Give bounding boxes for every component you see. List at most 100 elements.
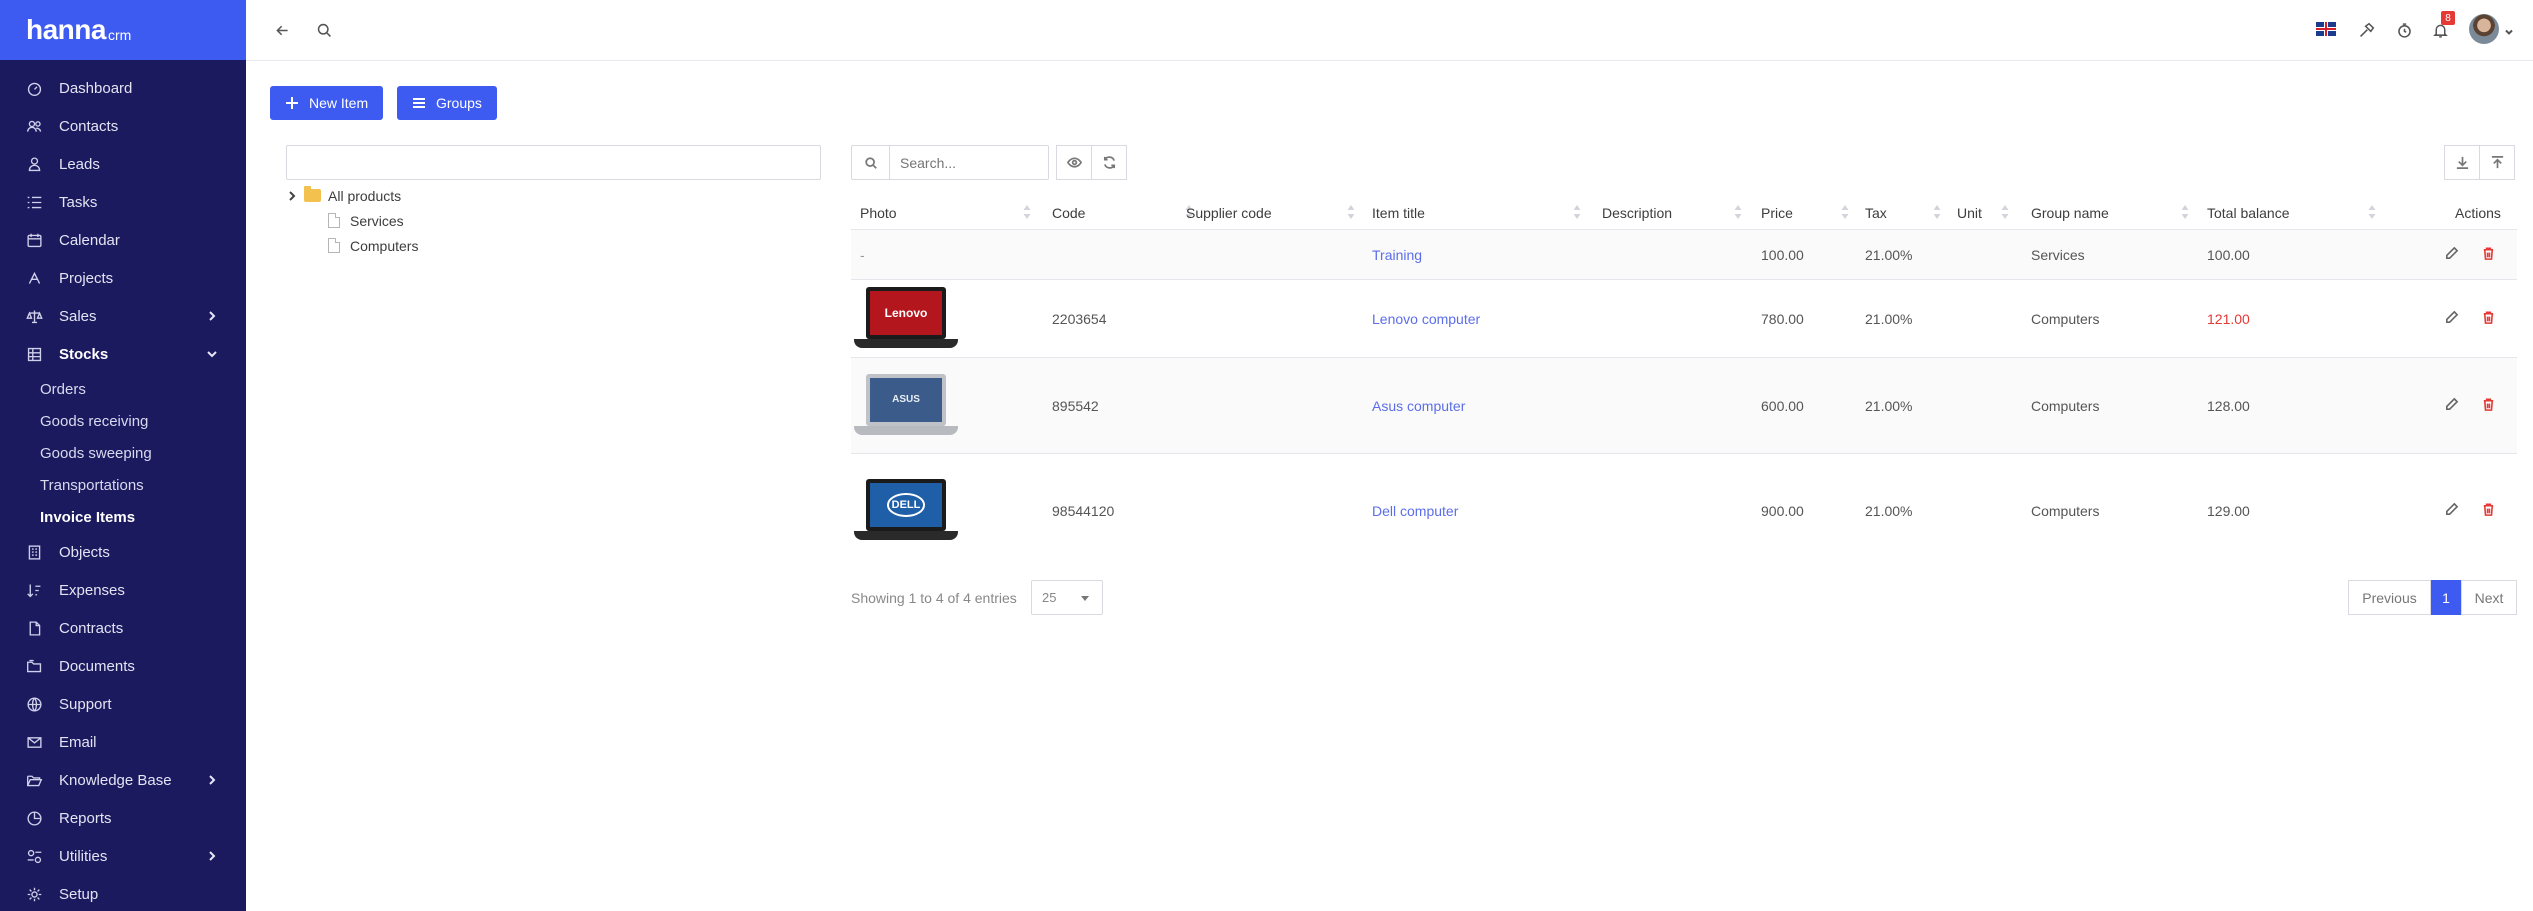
sidebar-item-stocks[interactable]: Stocks xyxy=(0,335,246,373)
column-visibility-button[interactable] xyxy=(1056,145,1092,180)
upload-button[interactable] xyxy=(2479,145,2515,180)
tree-search-input[interactable] xyxy=(286,145,821,180)
sort-icon[interactable] xyxy=(1023,205,1031,219)
refresh-button[interactable] xyxy=(1091,145,1127,180)
invoice-items-table: Photo Code Supplier code Item title Desc… xyxy=(851,195,2517,568)
chevron-down-icon[interactable] xyxy=(2504,24,2514,35)
table-row: - Training 100.00 21.00% Services 100.00 xyxy=(851,230,2517,280)
column-header-supplier-code[interactable]: Supplier code xyxy=(1186,195,1272,230)
table-row: DELL 98544120 Dell computer 900.00 21.00… xyxy=(851,454,2517,568)
tree-node-label: Services xyxy=(350,212,404,229)
sidebar-item-support[interactable]: Support xyxy=(0,685,246,723)
page-1-button[interactable]: 1 xyxy=(2431,580,2461,615)
column-header-group-name[interactable]: Group name xyxy=(2031,195,2109,230)
tree-node-computers[interactable]: Computers xyxy=(286,233,418,258)
sidebar-item-sales[interactable]: Sales xyxy=(0,297,246,335)
table-search-input[interactable] xyxy=(890,146,1045,179)
sidebar-item-contracts[interactable]: Contracts xyxy=(0,609,246,647)
sidebar-item-leads[interactable]: Leads xyxy=(0,145,246,183)
uk-flag-icon[interactable] xyxy=(2316,22,2336,36)
sidebar-item-projects[interactable]: Projects xyxy=(0,259,246,297)
sidebar-subitem-transportations[interactable]: Transportations xyxy=(40,469,246,501)
sort-icon[interactable] xyxy=(1573,205,1581,219)
user-avatar[interactable] xyxy=(2469,14,2499,44)
page-size-select[interactable]: 25 xyxy=(1031,580,1103,615)
sort-icon[interactable] xyxy=(2181,205,2189,219)
column-header-total-balance[interactable]: Total balance xyxy=(2207,195,2290,230)
sidebar-item-expenses[interactable]: Expenses xyxy=(0,571,246,609)
previous-page-button[interactable]: Previous xyxy=(2348,580,2431,615)
sidebar-subitem-goods-sweeping[interactable]: Goods sweeping xyxy=(40,437,246,469)
sidebar-item-dashboard[interactable]: Dashboard xyxy=(0,69,246,107)
edit-pencil-icon[interactable] xyxy=(2444,310,2462,328)
next-page-button[interactable]: Next xyxy=(2461,580,2517,615)
column-header-description[interactable]: Description xyxy=(1602,195,1672,230)
delete-trash-icon[interactable] xyxy=(2481,502,2499,520)
delete-trash-icon[interactable] xyxy=(2481,310,2499,328)
column-header-unit[interactable]: Unit xyxy=(1957,195,1982,230)
delete-trash-icon[interactable] xyxy=(2481,397,2499,415)
tree-node-all-products[interactable]: All products xyxy=(286,183,418,208)
cell-group-name: Computers xyxy=(2031,310,2100,327)
brand[interactable]: hanna crm xyxy=(0,0,246,60)
sidebar-item-email[interactable]: Email xyxy=(0,723,246,761)
sidebar-subitem-goods-receiving[interactable]: Goods receiving xyxy=(40,405,246,437)
sidebar-item-objects[interactable]: Objects xyxy=(0,533,246,571)
lenovo-laptop-image: Lenovo xyxy=(854,286,958,351)
mail-icon xyxy=(26,734,43,751)
download-button[interactable] xyxy=(2444,145,2480,180)
new-item-label: New Item xyxy=(309,95,369,111)
sort-icon[interactable] xyxy=(1841,205,1849,219)
delete-trash-icon[interactable] xyxy=(2481,246,2499,264)
cell-price: 780.00 xyxy=(1761,310,1804,327)
sidebar-item-label: Knowledge Base xyxy=(59,771,172,789)
column-header-price[interactable]: Price xyxy=(1761,195,1793,230)
sidebar-item-utilities[interactable]: Utilities xyxy=(0,837,246,875)
sort-icon[interactable] xyxy=(1933,205,1941,219)
edit-pencil-icon[interactable] xyxy=(2444,502,2462,520)
sidebar-subitem-orders[interactable]: Orders xyxy=(40,373,246,405)
contacts-icon xyxy=(26,118,43,135)
sort-icon[interactable] xyxy=(2368,205,2376,219)
back-arrow-icon[interactable] xyxy=(270,18,294,42)
cell-item-title-link[interactable]: Dell computer xyxy=(1372,454,1458,568)
sidebar-item-setup[interactable]: Setup xyxy=(0,875,246,911)
chevron-right-icon xyxy=(206,773,218,785)
cell-tax: 21.00% xyxy=(1865,246,1913,263)
cell-item-title-link[interactable]: Training xyxy=(1372,230,1422,279)
sidebar-item-contacts[interactable]: Contacts xyxy=(0,107,246,145)
cell-total-balance: 128.00 xyxy=(2207,397,2250,414)
column-header-item-title[interactable]: Item title xyxy=(1372,195,1425,230)
sidebar-subitem-invoice-items[interactable]: Invoice Items xyxy=(40,501,246,533)
tree-node-services[interactable]: Services xyxy=(286,208,418,233)
sort-icon[interactable] xyxy=(1734,205,1742,219)
new-item-button[interactable]: New Item xyxy=(270,86,384,120)
sidebar-item-reports[interactable]: Reports xyxy=(0,799,246,837)
column-header-code[interactable]: Code xyxy=(1052,195,1085,230)
column-header-photo[interactable]: Photo xyxy=(860,195,897,230)
table-row: ASUS 895542 Asus computer 600.00 21.00% … xyxy=(851,358,2517,454)
edit-pencil-icon[interactable] xyxy=(2444,246,2462,264)
sort-icon[interactable] xyxy=(2001,205,2009,219)
column-header-tax[interactable]: Tax xyxy=(1865,195,1887,230)
sidebar-item-calendar[interactable]: Calendar xyxy=(0,221,246,259)
clock-icon[interactable] xyxy=(2392,18,2416,42)
search-icon[interactable] xyxy=(312,18,336,42)
sidebar-item-knowledge-base[interactable]: Knowledge Base xyxy=(0,761,246,799)
edit-pencil-icon[interactable] xyxy=(2444,397,2462,415)
folder-icon xyxy=(304,186,321,202)
sidebar-item-label: Setup xyxy=(59,885,99,903)
cell-photo: DELL xyxy=(854,454,958,568)
calendar-icon xyxy=(26,232,43,249)
chevron-right-icon[interactable] xyxy=(286,189,300,203)
hammer-icon[interactable] xyxy=(2354,18,2378,42)
sort-icon[interactable] xyxy=(1347,205,1355,219)
sidebar-item-documents[interactable]: Documents xyxy=(0,647,246,685)
table-row: Lenovo 2203654 Lenovo computer 780.00 21… xyxy=(851,280,2517,358)
sidebar-item-label: Reports xyxy=(59,809,112,827)
sidebar-item-tasks[interactable]: Tasks xyxy=(0,183,246,221)
globe-icon xyxy=(26,696,43,713)
groups-button[interactable]: Groups xyxy=(397,86,497,120)
cell-item-title-link[interactable]: Lenovo computer xyxy=(1372,280,1480,357)
cell-item-title-link[interactable]: Asus computer xyxy=(1372,358,1465,453)
